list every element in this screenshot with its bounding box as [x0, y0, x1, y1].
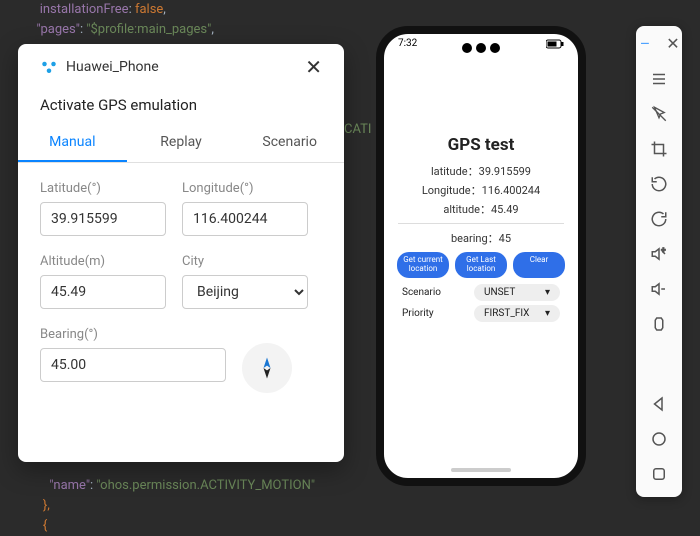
city-select[interactable]: Beijing	[182, 275, 308, 309]
back-button[interactable]	[648, 393, 670, 415]
form: Latitude(°) Longitude(°) Altitude(m) Cit…	[40, 163, 322, 393]
priority-label: Priority	[402, 308, 434, 319]
longitude-value: Longitude：116.400244	[398, 182, 564, 198]
svg-text:+: +	[661, 246, 665, 255]
dialog-title: Huawei_Phone	[66, 59, 159, 75]
divider	[398, 223, 564, 224]
volume-down-icon[interactable]	[648, 278, 670, 300]
get-current-location-button[interactable]: Get current location	[397, 252, 449, 278]
dialog-header: Huawei_Phone ✕	[40, 44, 322, 90]
bearing-value: bearing：45	[398, 230, 564, 246]
app-title: GPS test	[398, 135, 564, 155]
volume-up-icon[interactable]: +	[648, 243, 670, 265]
app-screen: GPS test latitude：39.915599 Longitude：11…	[384, 53, 578, 322]
crop-icon[interactable]	[648, 138, 670, 160]
dialog-heading: Activate GPS emulation	[40, 96, 322, 114]
tab-replay[interactable]: Replay	[127, 124, 236, 162]
emulator-toolbar: – ✕ +	[636, 26, 682, 497]
home-button[interactable]	[648, 428, 670, 450]
gps-dialog: Huawei_Phone ✕ Activate GPS emulation Ma…	[18, 44, 344, 462]
rotate-left-icon[interactable]	[648, 173, 670, 195]
latitude-label: Latitude(°)	[40, 181, 166, 196]
camera-cutout	[462, 43, 500, 53]
close-emulator-button[interactable]: ✕	[662, 32, 684, 54]
altitude-label: Altitude(m)	[40, 254, 166, 269]
longitude-label: Longitude(°)	[182, 181, 308, 196]
scenario-label: Scenario	[402, 287, 441, 298]
tab-manual[interactable]: Manual	[18, 124, 127, 162]
altitude-input[interactable]	[40, 275, 166, 309]
priority-select[interactable]: FIRST_FIX▾	[474, 305, 560, 322]
tab-scenario[interactable]: Scenario	[235, 124, 344, 162]
compass-icon	[242, 343, 292, 393]
pointer-off-icon[interactable]	[648, 103, 670, 125]
scenario-select[interactable]: UNSET▾	[474, 284, 560, 301]
emulator: 7:32 GPS test latitude：39.915599 Longitu…	[376, 26, 586, 486]
close-button[interactable]: ✕	[305, 55, 322, 79]
clear-button[interactable]: Clear	[513, 252, 565, 278]
bearing-label: Bearing(°)	[40, 327, 226, 342]
menu-icon[interactable]	[648, 68, 670, 90]
rotate-right-icon[interactable]	[648, 208, 670, 230]
huawei-icon	[40, 58, 58, 76]
latitude-input[interactable]	[40, 202, 166, 236]
city-label: City	[182, 254, 308, 269]
tabs: Manual Replay Scenario	[18, 124, 344, 163]
battery-icon	[546, 39, 564, 49]
altitude-value: altitude：45.49	[398, 201, 564, 217]
clock: 7:32	[398, 38, 417, 49]
get-last-location-button[interactable]: Get Last location	[455, 252, 507, 278]
overview-button[interactable]	[648, 463, 670, 485]
longitude-input[interactable]	[182, 202, 308, 236]
shake-icon[interactable]	[648, 313, 670, 335]
home-indicator[interactable]	[451, 468, 511, 472]
latitude-value: latitude：39.915599	[398, 163, 564, 179]
minimize-button[interactable]: –	[634, 32, 656, 54]
bearing-input[interactable]	[40, 348, 226, 382]
